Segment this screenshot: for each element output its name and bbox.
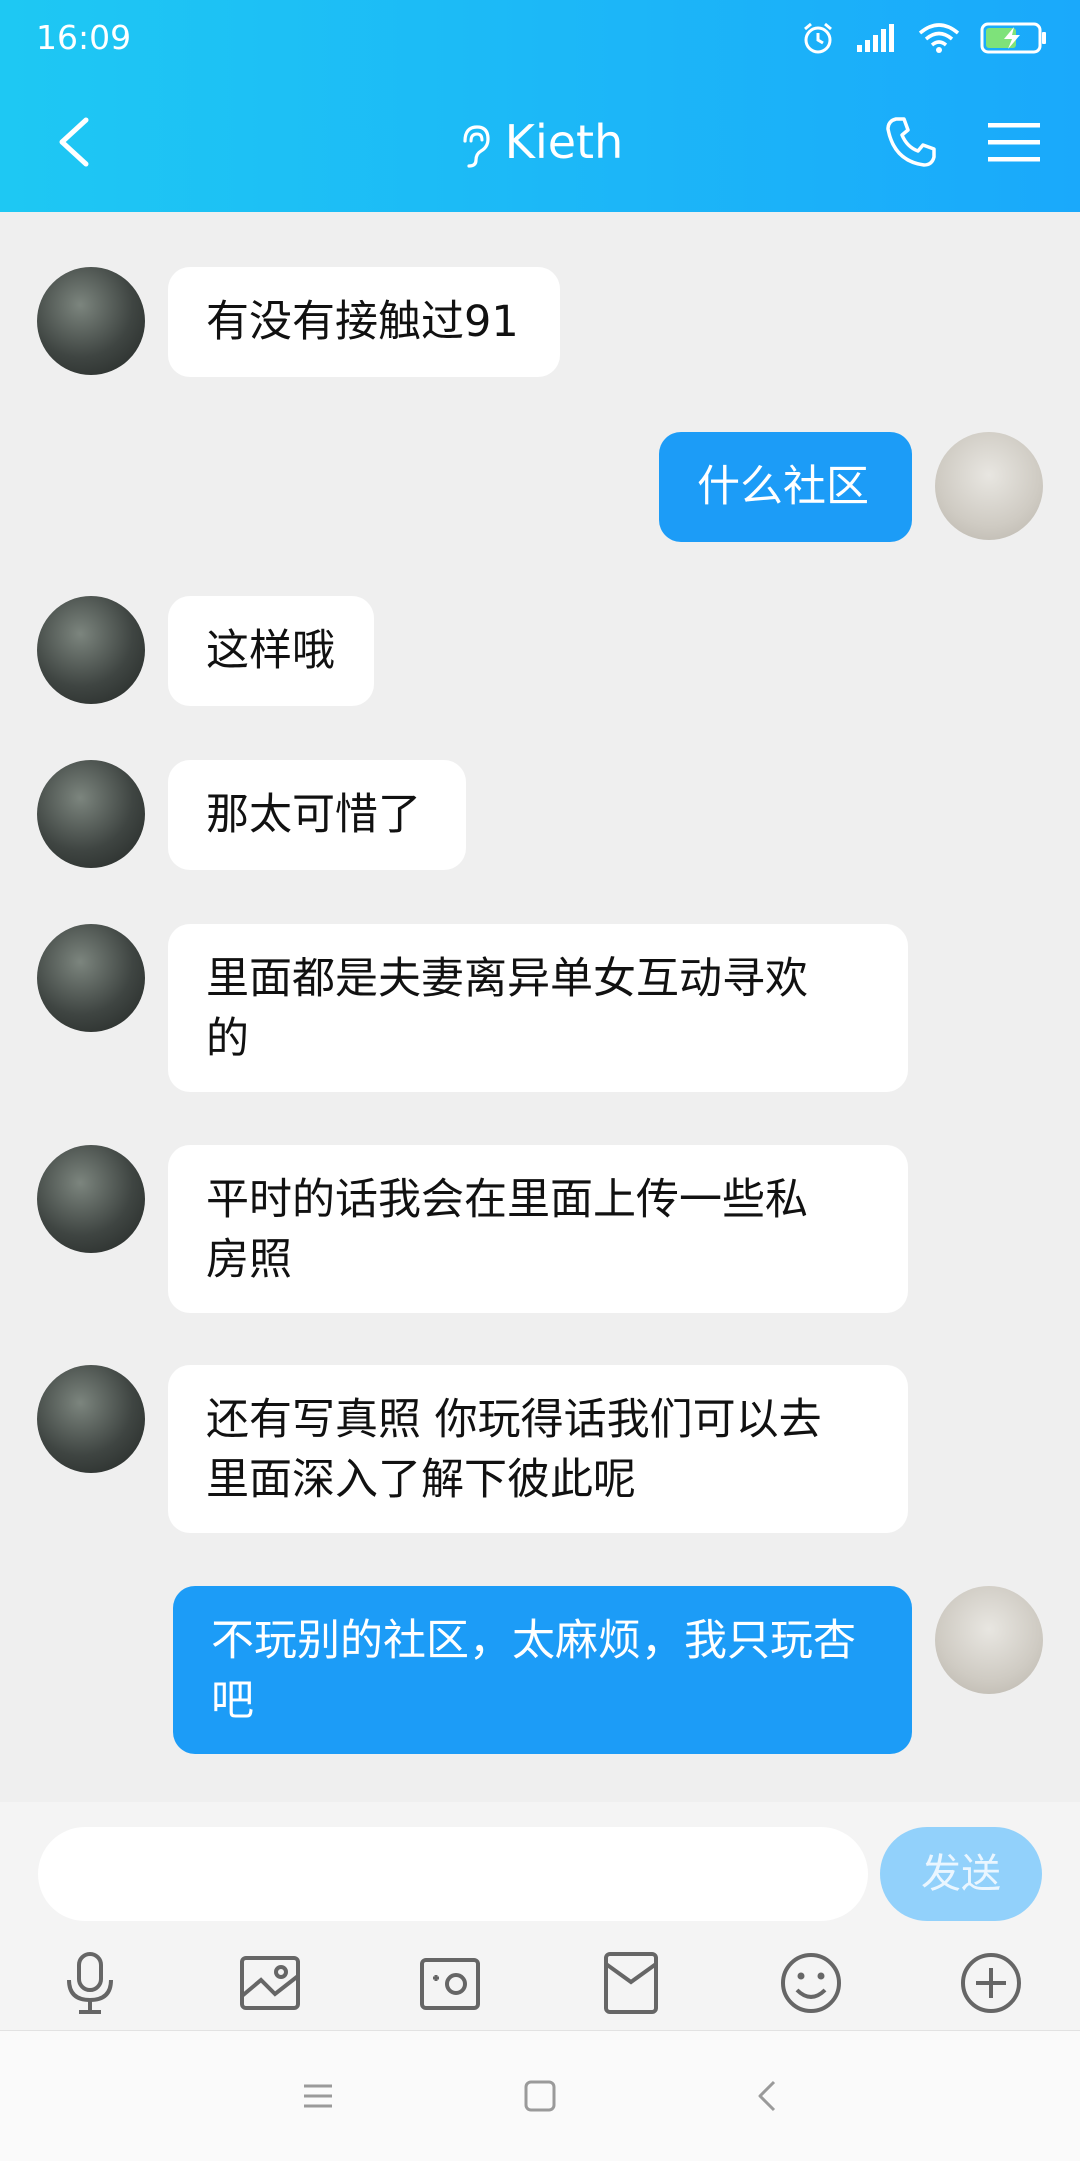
system-navigation-bar [0, 2030, 1080, 2161]
contact-avatar[interactable] [37, 924, 145, 1032]
status-time: 16:09 [36, 18, 132, 57]
incoming-message[interactable]: 里面都是夫妻离异单女互动寻欢 的 [168, 924, 908, 1092]
top-bar: 16:09 Kieth [0, 0, 1080, 212]
emoji-icon[interactable] [778, 1950, 844, 2016]
status-icons [800, 20, 1048, 56]
header-actions [884, 115, 1040, 169]
composer: 发送 [0, 1802, 1080, 2030]
message-row: 平时的话我会在里面上传一些私 房照 [0, 1145, 1080, 1313]
message-line: 里面都是夫妻离异单女互动寻欢 [206, 954, 808, 1004]
incoming-message[interactable]: 有没有接触过91 [168, 267, 560, 377]
outgoing-message[interactable]: 不玩别的社区，太麻烦，我只玩杏 吧 [173, 1586, 912, 1754]
message-row: 有没有接触过91 [0, 267, 1080, 377]
input-toolbar [0, 1950, 1080, 2020]
contact-name: Kieth [504, 115, 624, 169]
red-packet-icon[interactable] [598, 1950, 664, 2016]
message-line: 还有写真照 你玩得话我们可以去 [206, 1395, 822, 1445]
incoming-message[interactable]: 平时的话我会在里面上传一些私 房照 [168, 1145, 908, 1313]
message-line: 房照 [206, 1235, 292, 1285]
message-line: 什么社区 [697, 462, 869, 512]
alarm-icon [804, 22, 832, 54]
contact-avatar[interactable] [37, 267, 145, 375]
message-row: 不玩别的社区，太麻烦，我只玩杏 吧 [0, 1586, 1080, 1754]
my-avatar[interactable] [935, 1586, 1043, 1694]
message-row: 里面都是夫妻离异单女互动寻欢 的 [0, 924, 1080, 1092]
microphone-icon[interactable] [57, 1950, 123, 2016]
message-row: 还有写真照 你玩得话我们可以去 里面深入了解下彼此呢 [0, 1365, 1080, 1533]
plus-icon[interactable] [958, 1950, 1024, 2016]
message-line: 里面深入了解下彼此呢 [206, 1455, 636, 1505]
message-row: 什么社区 [0, 432, 1080, 542]
message-line: 不玩别的社区，太麻烦，我只玩杏 [211, 1616, 856, 1666]
message-line: 的 [206, 1014, 249, 1064]
my-avatar[interactable] [935, 432, 1043, 540]
wifi-icon [918, 23, 960, 53]
menu-icon[interactable] [988, 121, 1040, 163]
camera-icon[interactable] [417, 1950, 483, 2016]
message-line: 这样哦 [206, 626, 335, 676]
outgoing-message[interactable]: 什么社区 [659, 432, 912, 542]
home-icon[interactable] [520, 2076, 560, 2116]
image-icon[interactable] [237, 1950, 303, 2016]
message-line: 那太可惜了 [206, 790, 421, 840]
signal-icon [857, 24, 894, 52]
message-line: 有没有接触过91 [206, 297, 519, 347]
contact-avatar[interactable] [37, 1145, 145, 1253]
contact-avatar[interactable] [37, 596, 145, 704]
incoming-message[interactable]: 那太可惜了 [168, 760, 466, 870]
message-input[interactable] [38, 1827, 868, 1921]
message-row: 这样哦 [0, 596, 1080, 706]
phone-icon[interactable] [884, 115, 938, 169]
incoming-message[interactable]: 这样哦 [168, 596, 374, 706]
contact-avatar[interactable] [37, 760, 145, 868]
contact-avatar[interactable] [37, 1365, 145, 1473]
message-list[interactable]: 有没有接触过91 什么社区 这样哦 那太可惜了 里面都是夫妻离异单女互动寻欢 的… [0, 212, 1080, 1802]
battery-charging-icon [980, 22, 1046, 54]
back-nav-icon[interactable] [748, 2076, 788, 2116]
ear-icon [463, 124, 490, 168]
message-line: 吧 [211, 1676, 254, 1726]
message-row: 那太可惜了 [0, 760, 1080, 870]
incoming-message[interactable]: 还有写真照 你玩得话我们可以去 里面深入了解下彼此呢 [168, 1365, 908, 1533]
message-line: 平时的话我会在里面上传一些私 [206, 1175, 808, 1225]
recent-apps-icon[interactable] [298, 2076, 338, 2116]
send-button[interactable]: 发送 [880, 1827, 1042, 1921]
